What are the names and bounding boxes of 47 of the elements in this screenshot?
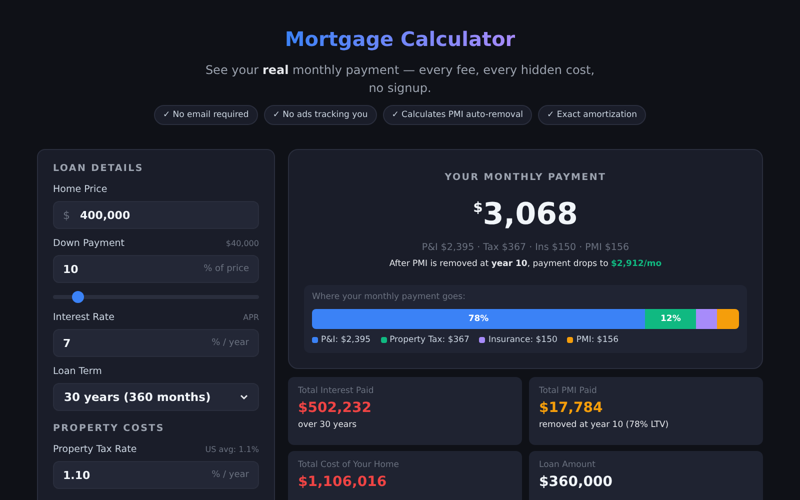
stat-label: Total Interest Paid: [298, 386, 375, 396]
select-dropdown[interactable]: 30 years (360 months): [53, 383, 259, 411]
stat-label: Total Cost of Your Home: [298, 460, 400, 470]
distribution-title: Where your monthly payment goes:: [312, 292, 466, 302]
legend-label: Insurance: $150: [488, 335, 558, 345]
field-hint: US avg: 1.1%: [205, 445, 259, 454]
stat-value: $502,232: [298, 400, 373, 416]
bar-segment: 78%: [312, 309, 646, 329]
field-hint: APR: [243, 313, 259, 322]
legend-label: PMI: $156: [576, 335, 619, 345]
field-label: Down Payment: [53, 238, 125, 249]
panel-heading: YOUR MONTHLY PAYMENT: [444, 172, 608, 183]
down-payment-slider[interactable]: [53, 291, 259, 303]
feature-badge: ✓ No email required: [154, 105, 258, 125]
pmi-note: After PMI is removed at year 10, payment drops to $2,912/mo: [388, 259, 663, 269]
section-title: LOAN DETAILS: [53, 163, 144, 174]
unit-suffix: % / year: [212, 470, 249, 480]
input-field[interactable]: 10 % of price: [53, 255, 259, 283]
feature-badge: ✓ Exact amortization: [538, 105, 646, 125]
chevron-down-icon: [240, 394, 248, 400]
monthly-payment-amount: $^{$}$3,068: [472, 196, 579, 234]
legend-label: P&I: $2,395: [321, 335, 371, 345]
stat-note: removed at year 10 (78% LTV): [539, 420, 670, 430]
input-field[interactable]: 1.10 % / year: [53, 461, 259, 489]
unit-suffix: % / year: [212, 338, 249, 348]
field-label: Property Tax Rate: [53, 444, 137, 455]
stat-value: $360,000: [539, 474, 614, 490]
input-field[interactable]: $ 400,000: [53, 201, 259, 229]
bar-segment: 12%: [645, 309, 696, 329]
stat-label: Total PMI Paid: [539, 386, 598, 396]
legend-label: Property Tax: $367: [390, 335, 470, 345]
unit-suffix: % of price: [204, 264, 249, 274]
section-title: PROPERTY COSTS: [53, 423, 166, 434]
feature-badge: ✓ Calculates PMI auto-removal: [382, 105, 532, 125]
field-hint: $40,000: [226, 239, 259, 248]
subtitle: See your real monthly payment — every fee, every hidden cost, no signup.: [205, 62, 595, 97]
stat-note: over 30 years: [298, 420, 358, 430]
prefix-symbol: $: [63, 208, 70, 222]
field-label: Interest Rate: [53, 312, 114, 323]
stat-label: Loan Amount: [539, 460, 596, 470]
feature-badge: ✓ No ads tracking you: [264, 105, 377, 125]
stat-value: $17,784: [539, 400, 604, 416]
stat-value: $1,106,016: [298, 474, 388, 490]
payment-breakdown: P&I $2,395 · Tax $367 · Ins $150 · PMI $156: [420, 242, 630, 253]
input-field[interactable]: 7 % / year: [53, 329, 259, 357]
field-label: Home Price: [53, 184, 108, 195]
field-label: Loan Term: [53, 366, 102, 377]
